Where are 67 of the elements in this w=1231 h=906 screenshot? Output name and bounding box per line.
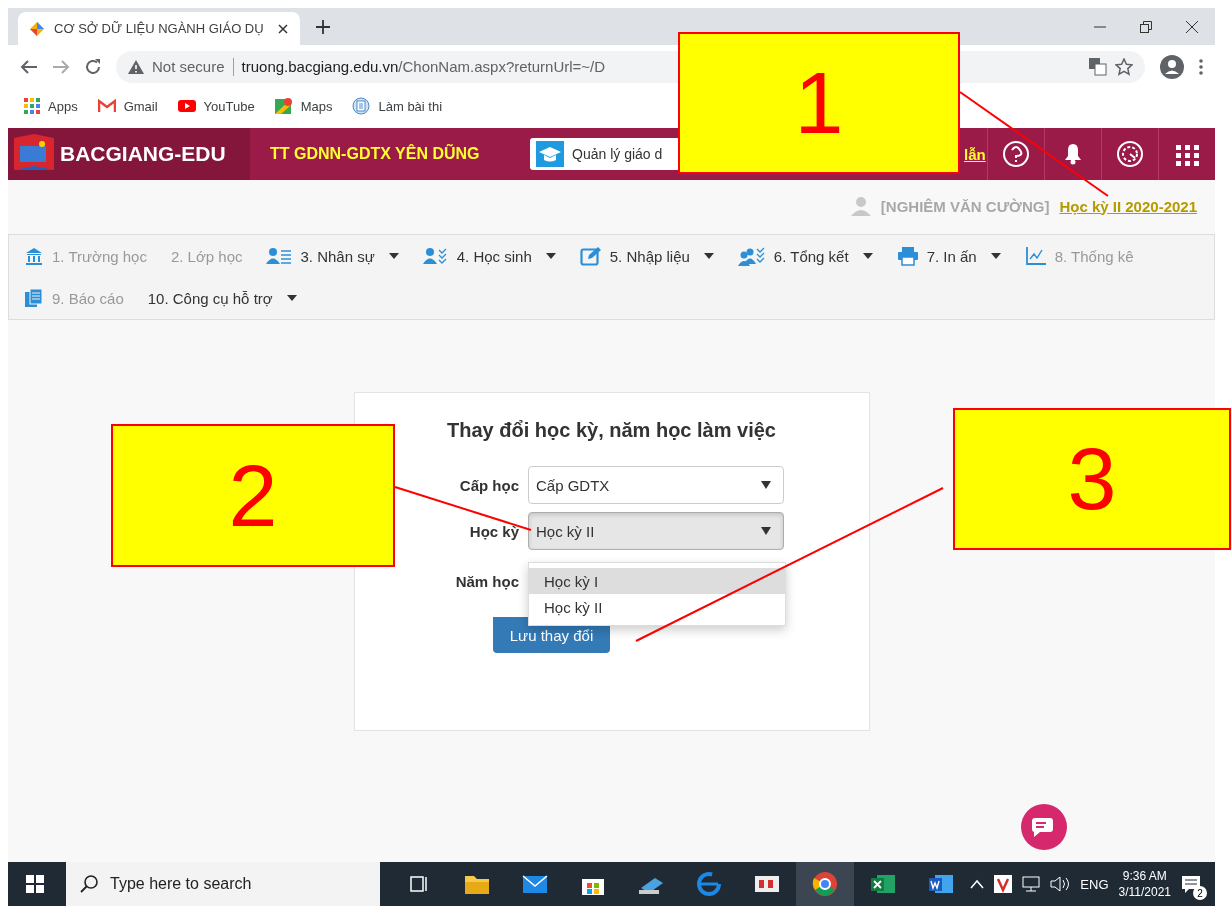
speaker-icon[interactable] (1050, 876, 1071, 892)
bookmark-link[interactable]: Maps (300, 98, 333, 114)
apps-icon (24, 98, 40, 114)
search-icon (80, 875, 98, 893)
diamond-icon (30, 21, 44, 36)
caret-icon (761, 481, 771, 489)
v-key-icon[interactable] (994, 875, 1013, 893)
close-icon[interactable] (278, 23, 288, 34)
chevron-up-icon[interactable] (970, 879, 985, 889)
user-name: [NGHIÊM VĂN CƯỜNG] (880, 197, 1050, 215)
edit-icon (579, 246, 602, 266)
more-icon[interactable] (1199, 58, 1203, 75)
clock[interactable]: 9:36 AM 3/11/2021 (1118, 868, 1171, 900)
menu-item[interactable]: 3. Nhân sự (259, 235, 406, 277)
restore-icon[interactable] (1140, 20, 1152, 33)
star-icon[interactable] (1115, 57, 1133, 76)
document-icon (24, 288, 44, 308)
field-label: Năm học (454, 572, 519, 590)
bookmark-link[interactable]: Gmail (123, 98, 158, 114)
translate-icon[interactable] (1089, 57, 1107, 76)
graduation-cap-icon (536, 141, 564, 167)
form-title: Thay đổi học kỳ, năm học làm việc (447, 419, 776, 442)
people-check-icon (737, 246, 766, 266)
person-check-icon (422, 247, 449, 265)
callout-label: 2 (111, 424, 395, 567)
caret-icon (761, 527, 771, 535)
menu-item[interactable]: 10. Công cụ hỗ trợ (140, 277, 304, 319)
taskbar-search[interactable]: Type here to search (66, 862, 381, 906)
menu-item[interactable]: 6. Tổng kết (730, 235, 880, 277)
warning-icon (128, 59, 144, 74)
bookmark-link[interactable]: Apps (48, 98, 78, 114)
callout-label: 3 (953, 408, 1231, 550)
close-icon[interactable] (1186, 20, 1198, 33)
bookmark-link[interactable]: YouTube (203, 98, 255, 114)
school-name: TT GDNN-GDTX YÊN DŨNG (270, 145, 481, 163)
notification-count: 2 (1193, 886, 1207, 900)
select-field[interactable]: Cấp GDTX (528, 466, 784, 504)
profile-icon[interactable] (1159, 53, 1185, 80)
menu-item[interactable]: 5. Nhập liệu (572, 235, 721, 277)
module-selector[interactable]: Quản lý giáo d (530, 138, 680, 170)
chat-icon[interactable] (1021, 804, 1067, 850)
select-field[interactable]: Học kỳ II (528, 512, 784, 550)
menu-item[interactable]: 7. In ấn (889, 235, 1008, 277)
plus-icon[interactable] (316, 19, 330, 34)
document-icon (352, 97, 371, 115)
dropdown-option[interactable]: Học kỳ II (529, 594, 785, 620)
bookmark-link[interactable]: Làm bài thi (378, 98, 443, 114)
map-pin-icon (274, 97, 293, 115)
mail-icon (97, 99, 116, 113)
person-list-icon (266, 247, 293, 265)
callout-label: 1 (678, 32, 960, 174)
back-icon[interactable] (20, 58, 38, 75)
user-icon (850, 196, 871, 216)
reload-icon[interactable] (84, 57, 102, 76)
dropdown-option[interactable]: Học kỳ I (529, 568, 785, 594)
play-icon (177, 99, 196, 113)
windows-icon[interactable] (26, 875, 44, 893)
building-icon (24, 246, 44, 266)
language-indicator[interactable]: ENG (1080, 876, 1109, 892)
printer-icon (896, 246, 919, 266)
chart-icon (1024, 246, 1047, 266)
header-link[interactable]: lẫn (964, 145, 986, 163)
field-label: Học kỳ (468, 522, 519, 540)
field-label: Cấp học (458, 476, 519, 494)
browser-tab[interactable]: CƠ SỞ DỮ LIỆU NGÀNH GIÁO DỤ (18, 12, 300, 45)
network-icon[interactable] (1022, 876, 1041, 892)
menu-item[interactable]: 4. Học sinh (415, 235, 563, 277)
